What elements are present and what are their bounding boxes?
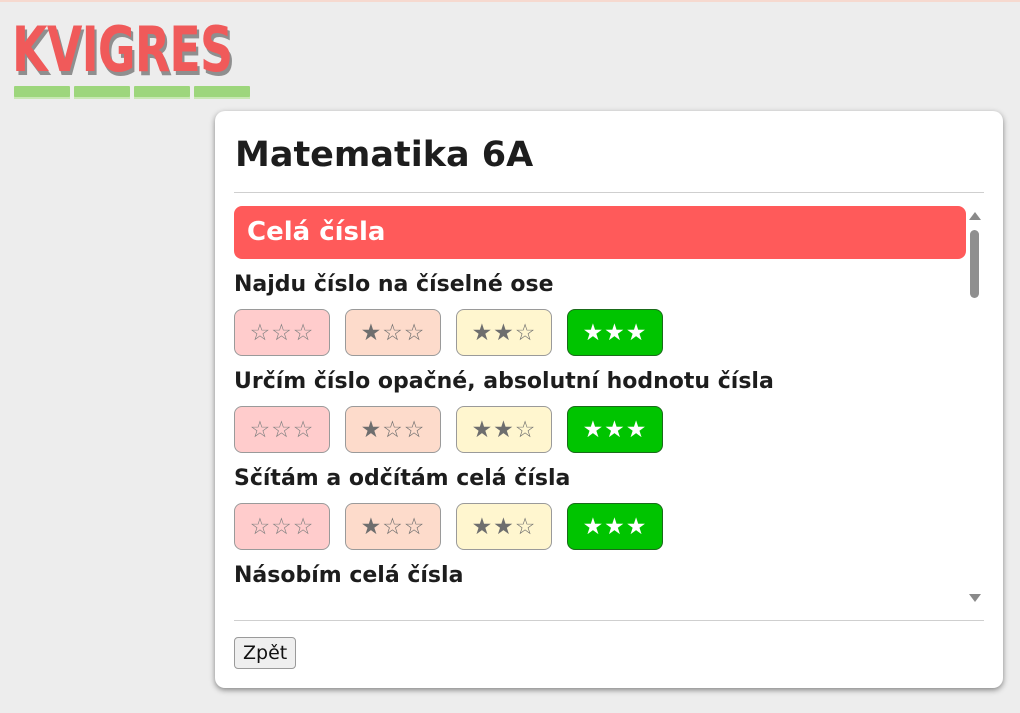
logo: KVIGRES	[12, 14, 252, 104]
divider	[234, 192, 984, 193]
level-buttons: ☆☆☆ ★☆☆ ★★☆ ★★★	[234, 406, 966, 453]
level-1-button[interactable]: ★☆☆	[345, 503, 441, 550]
level-2-button[interactable]: ★★☆	[456, 503, 552, 550]
level-0-button[interactable]: ☆☆☆	[234, 309, 330, 356]
skill-item: Určím číslo opačné, absolutní hodnotu čí…	[234, 366, 966, 453]
level-1-button[interactable]: ★☆☆	[345, 406, 441, 453]
scroll-down-arrow-icon[interactable]	[969, 594, 981, 602]
logo-underline-segment	[194, 86, 250, 99]
logo-underline-segment	[134, 86, 190, 99]
logo-underline-segment	[74, 86, 130, 99]
skill-title: Násobím celá čísla	[234, 563, 464, 588]
skill-item: Násobím celá čísla	[234, 560, 966, 592]
logo-text: KVIGRES	[12, 13, 233, 86]
skill-item: Sčítám a odčítám celá čísla ☆☆☆ ★☆☆ ★★☆ …	[234, 463, 966, 550]
level-3-button-selected[interactable]: ★★★	[567, 309, 663, 356]
back-button[interactable]: Zpět	[234, 637, 297, 669]
subject-card: Matematika 6A Celá čísla Najdu číslo na …	[215, 111, 1003, 688]
skills-scroll-area[interactable]: Celá čísla Najdu číslo na číselné ose ☆☆…	[234, 206, 966, 606]
skill-item: Najdu číslo na číselné ose ☆☆☆ ★☆☆ ★★☆ ★…	[234, 269, 966, 356]
scrollbar[interactable]	[967, 206, 983, 606]
page-title: Matematika 6A	[235, 135, 534, 175]
scroll-up-arrow-icon[interactable]	[969, 212, 981, 220]
level-0-button[interactable]: ☆☆☆	[234, 406, 330, 453]
level-1-button[interactable]: ★☆☆	[345, 309, 441, 356]
level-buttons: ☆☆☆ ★☆☆ ★★☆ ★★★	[234, 503, 966, 550]
level-3-button-selected[interactable]: ★★★	[567, 406, 663, 453]
level-0-button[interactable]: ☆☆☆	[234, 503, 330, 550]
skill-title: Určím číslo opačné, absolutní hodnotu čí…	[234, 369, 774, 394]
scrollbar-thumb[interactable]	[970, 230, 979, 298]
logo-underline	[14, 86, 250, 99]
level-buttons: ☆☆☆ ★☆☆ ★★☆ ★★★	[234, 309, 966, 356]
top-accent-line	[0, 0, 1020, 2]
divider	[234, 620, 984, 621]
logo-underline-segment	[14, 86, 70, 99]
level-2-button[interactable]: ★★☆	[456, 406, 552, 453]
level-3-button-selected[interactable]: ★★★	[567, 503, 663, 550]
level-2-button[interactable]: ★★☆	[456, 309, 552, 356]
skill-title: Sčítám a odčítám celá čísla	[234, 466, 571, 491]
skill-title: Najdu číslo na číselné ose	[234, 272, 554, 297]
section-header: Celá čísla	[234, 206, 966, 259]
